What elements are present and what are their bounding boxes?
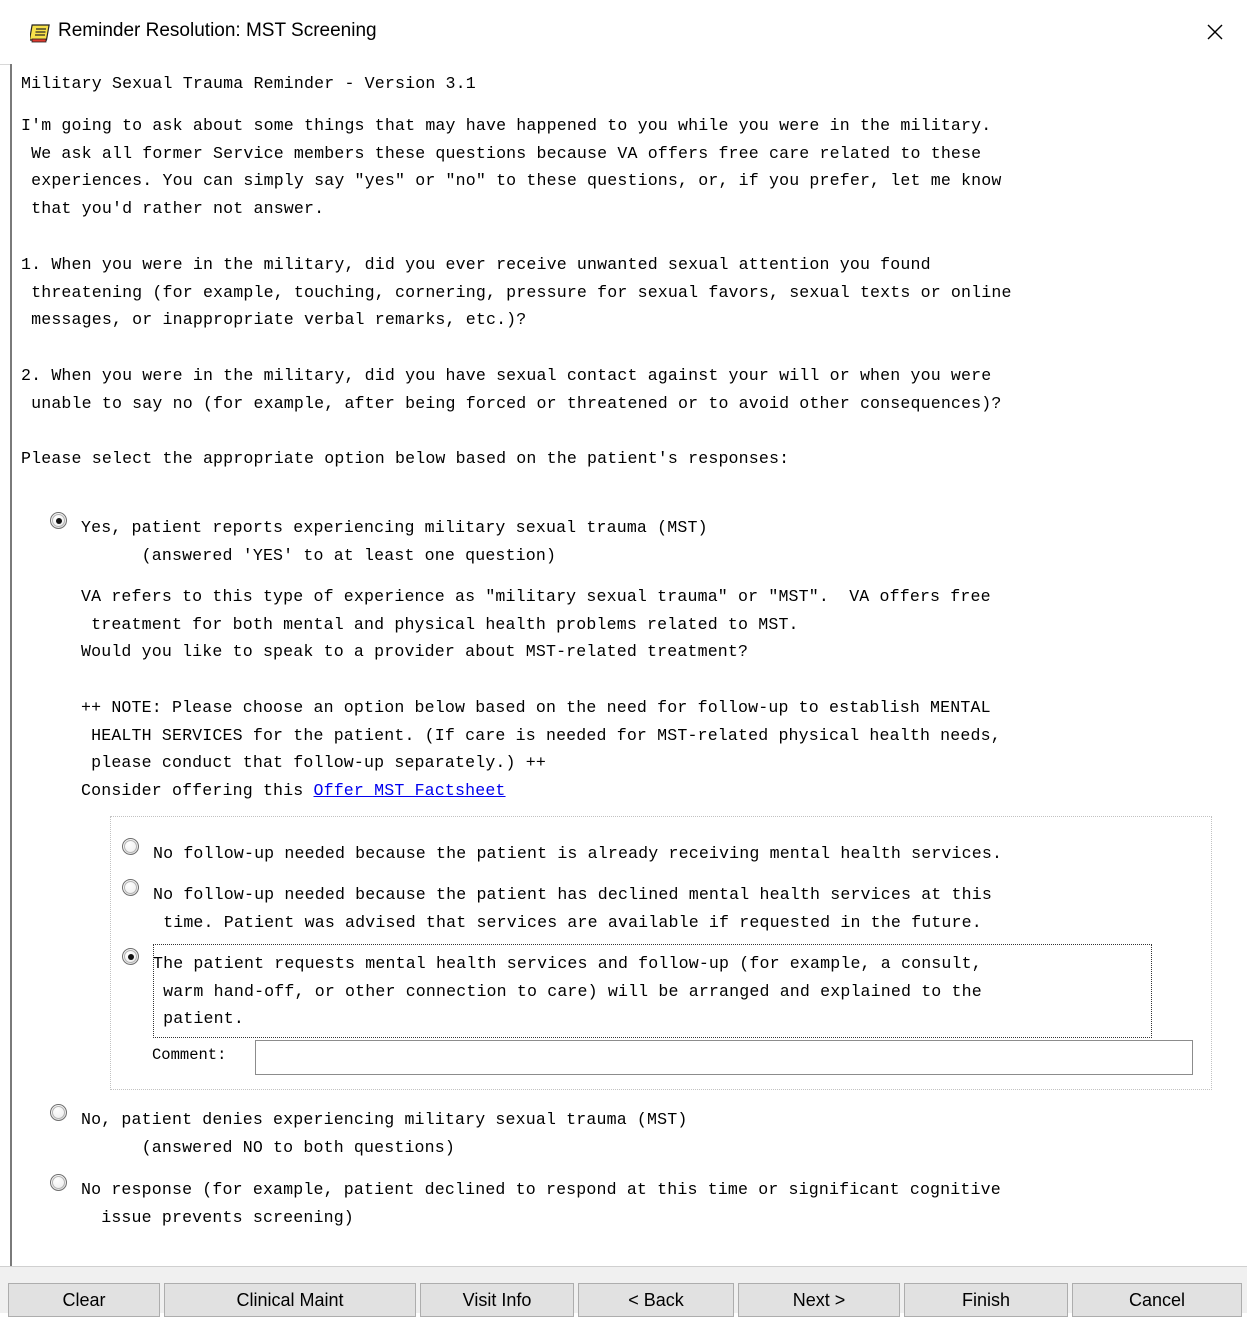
radio-followup-requests-services[interactable] [122, 948, 139, 965]
close-button[interactable] [1197, 14, 1233, 50]
yes-detail-text: VA refers to this type of experience as … [81, 587, 991, 661]
followup-already-receiving-label[interactable]: No follow-up needed because the patient … [153, 840, 1002, 868]
offer-mst-factsheet-link[interactable]: Offer MST Factsheet [313, 781, 505, 800]
comment-field[interactable] [255, 1040, 1193, 1075]
no-response-label[interactable]: No response (for example, patient declin… [81, 1176, 1001, 1231]
window-title: Reminder Resolution: MST Screening [58, 20, 377, 41]
followup-declined-label[interactable]: No follow-up needed because the patient … [153, 881, 992, 936]
radio-no-response[interactable] [50, 1174, 67, 1191]
yes-mst-label[interactable]: Yes, patient reports experiencing milita… [81, 514, 708, 569]
comment-label: Comment: [152, 1046, 227, 1064]
radio-no-mst[interactable] [50, 1104, 67, 1121]
radio-yes-mst[interactable] [50, 512, 67, 529]
no-mst-label[interactable]: No, patient denies experiencing military… [81, 1106, 687, 1161]
consider-line: Consider offering this Offer MST Factshe… [81, 777, 506, 805]
radio-followup-declined[interactable] [122, 879, 139, 896]
notepad-icon [30, 24, 50, 43]
title-bar: Reminder Resolution: MST Screening [0, 0, 1247, 65]
note-text: ++ NOTE: Please choose an option below b… [81, 698, 1001, 772]
question-1: 1. When you were in the military, did yo… [21, 255, 1012, 329]
intro-text: I'm going to ask about some things that … [21, 116, 1002, 218]
close-icon[interactable] [1206, 23, 1224, 41]
radio-followup-already-receiving[interactable] [122, 838, 139, 855]
consider-prefix: Consider offering this [81, 781, 314, 800]
button-bar: Clear Clinical Maint Visit Info < Back N… [0, 1266, 1247, 1317]
question-2: 2. When you were in the military, did yo… [21, 366, 1002, 413]
reminder-heading: Military Sexual Trauma Reminder - Versio… [21, 74, 476, 93]
instruction-text: Please select the appropriate option bel… [21, 449, 790, 468]
dialog-content: Military Sexual Trauma Reminder - Versio… [10, 64, 1247, 1266]
followup-requests-services-label[interactable]: The patient requests mental health servi… [153, 950, 982, 1033]
